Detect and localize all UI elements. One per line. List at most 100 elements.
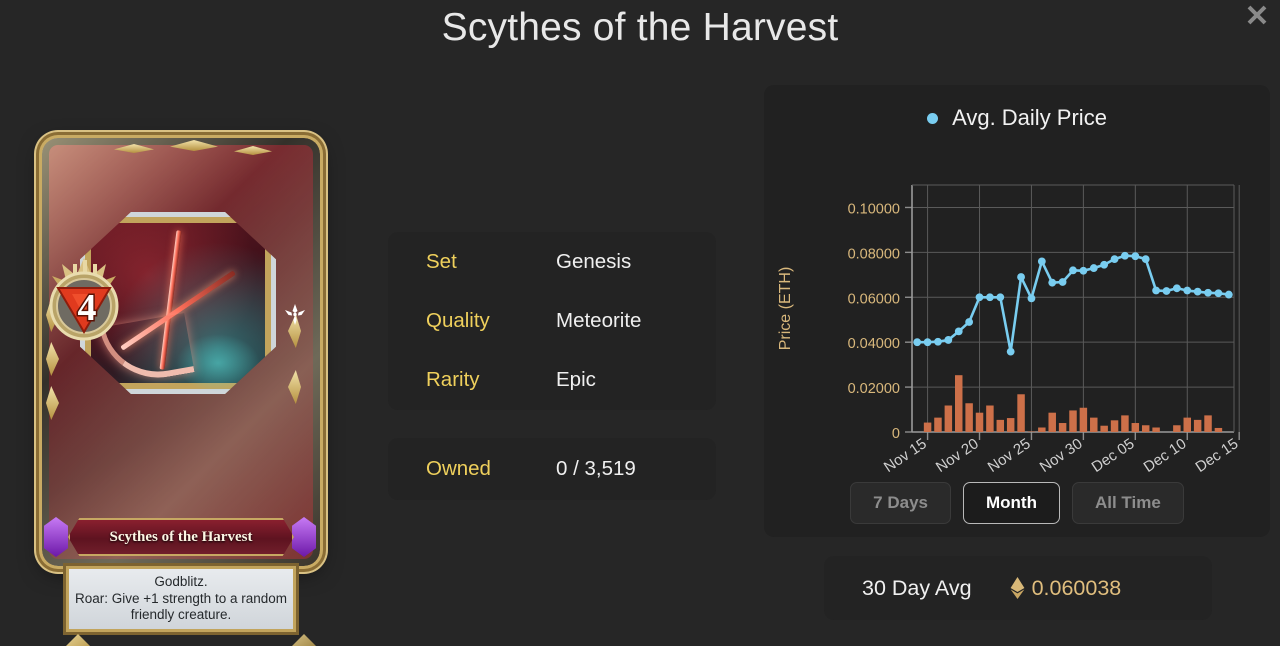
price-point xyxy=(965,318,974,326)
average-price-label: 30 Day Avg xyxy=(862,575,972,600)
volume-bar xyxy=(1121,415,1129,432)
price-point xyxy=(1193,287,1202,296)
volume-bar xyxy=(944,405,953,432)
price-point xyxy=(934,337,942,346)
detail-value: Epic xyxy=(556,368,596,392)
card-ability-text: Godblitz. Roar: Give +1 strength to a ra… xyxy=(75,574,287,623)
legend-label: Avg. Daily Price xyxy=(952,105,1107,130)
y-axis-tick-label: 0.04000 xyxy=(848,336,900,352)
volume-bar xyxy=(1038,427,1046,432)
legend-dot-icon xyxy=(927,112,939,124)
price-point xyxy=(1172,284,1181,293)
volume-bar xyxy=(965,403,973,432)
price-chart[interactable]: 0 0.02000 0.04000 0.06000 0.08000 0.10000 Nov … xyxy=(764,137,1270,482)
x-axis-tick-label: Dec 10 xyxy=(1141,435,1190,476)
price-point xyxy=(1017,273,1025,281)
x-axis-tick-label: Dec 15 xyxy=(1193,435,1242,476)
card-health-stat: 2 xyxy=(276,634,332,646)
volume-bar xyxy=(1058,423,1067,432)
range-button-group: 7 Days Month All Time xyxy=(764,482,1270,524)
volume-bar xyxy=(1048,412,1056,432)
y-axis-title: Price (ETH) xyxy=(777,267,794,351)
price-point xyxy=(1141,255,1150,263)
x-axis-tick-label: Dec 05 xyxy=(1089,435,1138,476)
detail-row-quality: Quality Meteorite xyxy=(388,291,716,350)
detail-row-set: Set Genesis xyxy=(388,232,716,291)
mana-cost-badge: 4 xyxy=(49,258,119,341)
volume-bar xyxy=(1193,419,1202,432)
price-point xyxy=(1079,266,1088,275)
volume-bar xyxy=(1173,425,1181,432)
price-point xyxy=(1204,288,1212,297)
x-axis-tick-label: Nov 25 xyxy=(985,435,1034,476)
range-button-all-time[interactable]: All Time xyxy=(1071,482,1184,524)
detail-label: Rarity xyxy=(426,368,480,392)
price-point xyxy=(1183,286,1192,295)
card-name: Scythes of the Harvest xyxy=(109,528,253,545)
volume-bar xyxy=(1141,425,1150,432)
detail-row-rarity: Rarity Epic xyxy=(388,351,716,410)
volume-bar xyxy=(923,422,932,432)
average-price-bar: 30 Day Avg 0.060038 xyxy=(824,556,1212,620)
detail-label: Quality xyxy=(426,308,490,332)
game-card[interactable]: 4 Scythes of the Harvest Godblitz. Roar:… xyxy=(18,126,332,646)
x-axis-tick-label: Nov 30 xyxy=(1037,435,1086,476)
y-axis-tick-label: 0.02000 xyxy=(848,381,900,397)
volume-bar xyxy=(934,417,942,432)
price-point xyxy=(996,293,1005,302)
price-point xyxy=(1069,266,1077,275)
price-point xyxy=(944,336,953,344)
attributes-panel: Set Genesis Quality Meteorite Rarity Epi… xyxy=(388,232,716,410)
card-name-banner: Scythes of the Harvest xyxy=(68,518,294,556)
price-point xyxy=(1162,287,1171,295)
price-point xyxy=(913,338,922,347)
detail-value: Genesis xyxy=(556,249,632,273)
average-price-value: 0.060038 xyxy=(1031,575,1122,600)
x-axis-tick-label: Nov 20 xyxy=(933,435,982,476)
y-axis-tick-label: 0.10000 xyxy=(848,201,900,217)
y-axis-tick-label: 0.06000 xyxy=(848,291,900,307)
price-point xyxy=(1100,260,1109,269)
price-point xyxy=(1131,252,1140,261)
owned-panel: Owned 0 / 3,519 xyxy=(388,438,716,500)
volume-bar xyxy=(1204,415,1212,432)
price-chart-panel: Avg. Daily Price 0 0.02000 0.04000 0.06000 0… xyxy=(764,85,1270,537)
volume-bar xyxy=(996,419,1005,432)
price-point xyxy=(986,293,994,302)
volume-bar xyxy=(1069,410,1077,432)
volume-bar xyxy=(1131,423,1140,432)
y-axis-tick-label: 0 xyxy=(892,426,900,442)
volume-bar xyxy=(1090,417,1098,432)
price-point xyxy=(1089,264,1098,272)
y-axis-tick-label: 0.08000 xyxy=(848,246,900,262)
price-point xyxy=(1027,294,1036,303)
volume-bar xyxy=(1183,417,1191,432)
price-point xyxy=(1110,255,1119,263)
price-point xyxy=(975,293,984,302)
price-point xyxy=(1006,347,1015,356)
card-text-box: Godblitz. Roar: Give +1 strength to a ra… xyxy=(66,566,296,632)
volume-bar xyxy=(986,405,994,432)
volume-bar xyxy=(1110,420,1119,432)
volume-bar xyxy=(1152,427,1160,432)
volume-bar xyxy=(1079,407,1088,432)
price-point xyxy=(954,327,963,336)
svg-text:4: 4 xyxy=(78,287,97,329)
price-point xyxy=(1058,278,1067,286)
volume-bar xyxy=(1100,425,1108,432)
price-point xyxy=(1224,290,1233,299)
volume-bar xyxy=(1214,427,1223,432)
owned-label: Owned xyxy=(426,457,491,480)
x-axis-tick-label: Nov 15 xyxy=(881,435,930,476)
detail-label: Set xyxy=(426,249,457,273)
volume-bar xyxy=(975,412,984,432)
price-point xyxy=(1121,251,1129,260)
range-button-month[interactable]: Month xyxy=(963,482,1060,524)
volume-bar xyxy=(1017,394,1025,432)
page-title: Scythes of the Harvest xyxy=(441,6,839,49)
detail-value: Meteorite xyxy=(556,308,642,332)
range-button-7-days[interactable]: 7 Days xyxy=(850,482,951,524)
volume-bar xyxy=(955,375,963,432)
price-point xyxy=(1048,278,1057,287)
price-point xyxy=(1152,286,1160,295)
